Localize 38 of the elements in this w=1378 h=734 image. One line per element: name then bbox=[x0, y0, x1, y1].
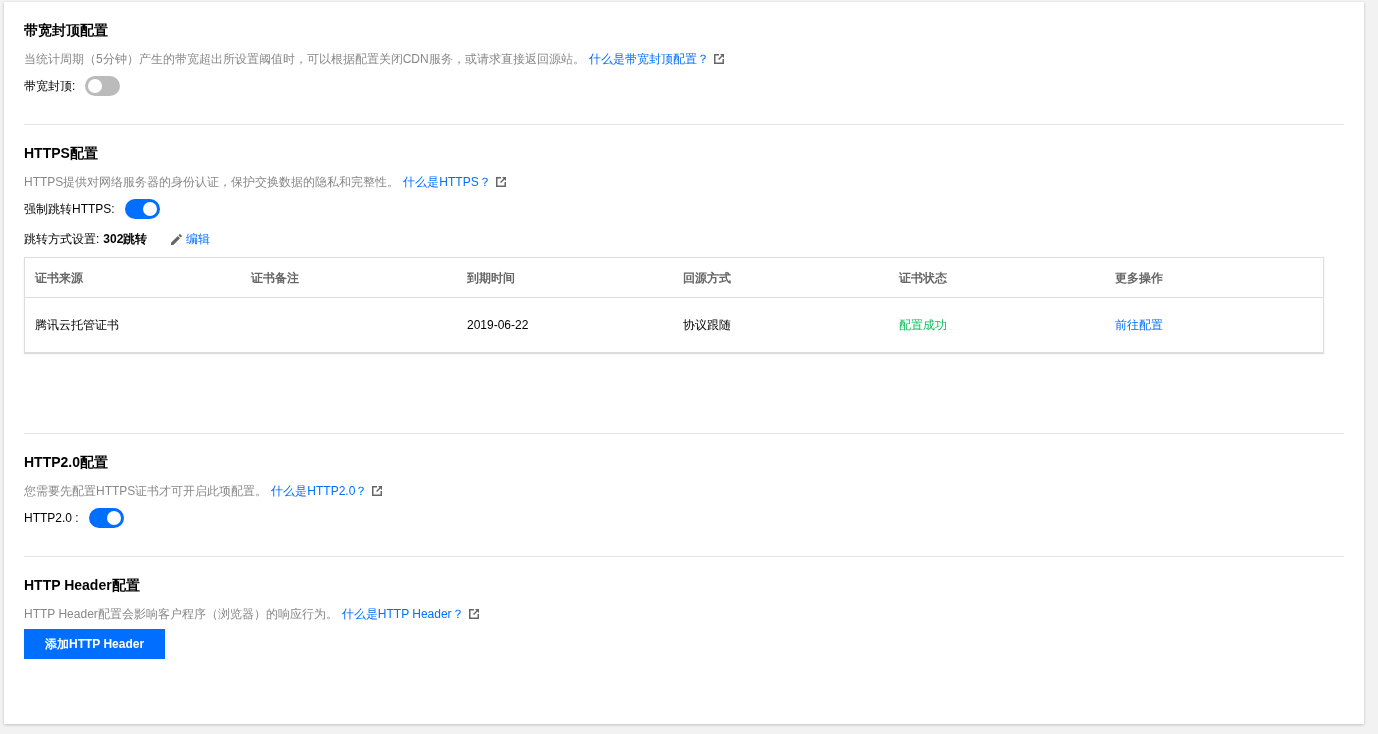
description-text: HTTP Header配置会影响客户程序（浏览器）的响应行为。 bbox=[24, 607, 338, 621]
configure-link[interactable]: 前往配置 bbox=[1105, 316, 1321, 334]
external-link-icon bbox=[713, 54, 724, 64]
external-link-icon bbox=[372, 486, 383, 496]
section-title: HTTPS配置 bbox=[24, 144, 99, 163]
table-cell-text: 腾讯云托管证书 bbox=[34, 317, 120, 334]
toggle-switch[interactable] bbox=[124, 199, 160, 219]
section-title: HTTP2.0配置 bbox=[24, 453, 109, 472]
description-text: HTTPS提供对网络服务器的身份认证，保护交换数据的隐私和完整性。 bbox=[24, 175, 400, 189]
status-text: 配置成功 bbox=[898, 317, 948, 334]
help-link[interactable]: 什么是HTTPS？ bbox=[403, 175, 491, 189]
toggle-switch[interactable] bbox=[88, 508, 124, 528]
column-header: 回源方式 bbox=[682, 269, 732, 287]
description-text: 您需要先配置HTTPS证书才可开启此项配置。 bbox=[24, 484, 268, 498]
column-header: 更多操作 bbox=[1114, 269, 1164, 287]
description-text: 当统计周期（5分钟）产生的带宽超出所设置阈值时，可以根据配置关闭CDN服务，或请求直接返回源站。 bbox=[24, 52, 585, 66]
column-header: 到期时间 bbox=[466, 269, 516, 287]
setting-label: 跳转方式设置: bbox=[24, 231, 100, 248]
external-link-icon bbox=[495, 177, 506, 187]
edit-link[interactable]: 编辑 bbox=[171, 230, 211, 248]
column-header: 证书状态 bbox=[898, 269, 948, 287]
toggle-label: HTTP2.0 : bbox=[24, 510, 79, 527]
add-header-button[interactable]: 添加HTTP Header bbox=[24, 629, 166, 659]
toggle-label: 强制跳转HTTPS: bbox=[24, 201, 115, 218]
section-title: HTTP Header配置 bbox=[24, 576, 141, 595]
column-header: 证书来源 bbox=[34, 269, 84, 287]
pencil-icon bbox=[171, 233, 183, 245]
help-link[interactable]: 什么是HTTP Header？ bbox=[341, 607, 464, 621]
table-cell-text: 协议跟随 bbox=[682, 317, 732, 334]
help-link[interactable]: 什么是带宽封顶配置？ bbox=[588, 52, 709, 66]
help-link[interactable]: 什么是HTTP2.0？ bbox=[271, 484, 368, 498]
toggle-switch[interactable] bbox=[85, 76, 121, 96]
column-header: 证书备注 bbox=[250, 269, 300, 287]
table-cell-text: 2019-06-22 bbox=[466, 317, 530, 334]
section-title: 带宽封顶配置 bbox=[24, 21, 109, 40]
setting-value: 302跳转 bbox=[103, 231, 148, 248]
toggle-label: 带宽封顶: bbox=[24, 78, 76, 95]
external-link-icon bbox=[468, 609, 479, 619]
